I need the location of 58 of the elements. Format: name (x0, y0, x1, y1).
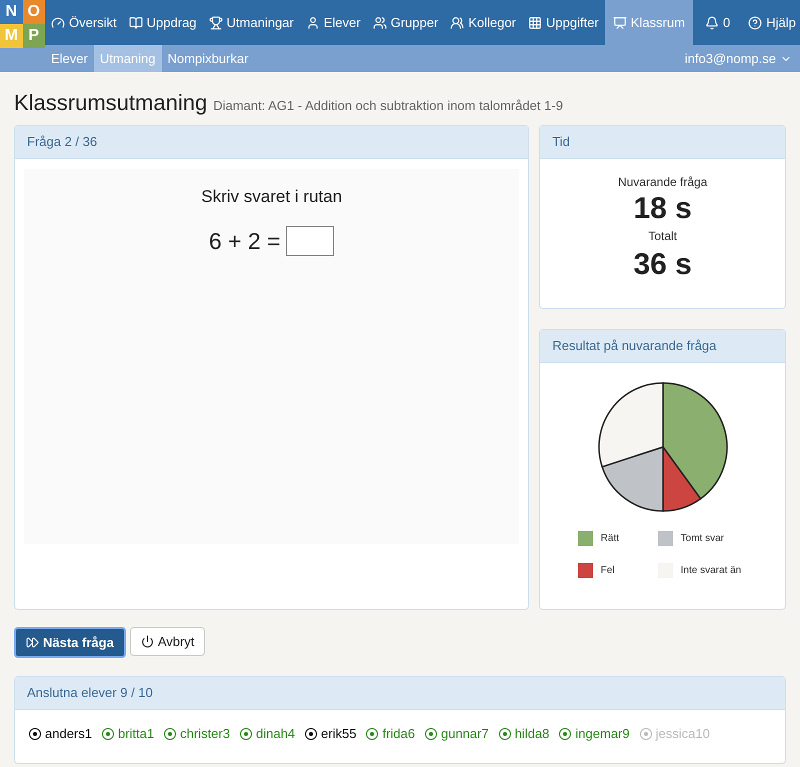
bell-icon (704, 16, 719, 30)
nav-tab[interactable]: Grupper (366, 0, 444, 45)
student-name: dinah4 (256, 725, 296, 743)
nav-tab[interactable]: Hjälp (742, 0, 800, 45)
gauge-icon (51, 16, 65, 30)
grid-icon (528, 16, 542, 30)
current-question-time: 18 s (633, 191, 692, 227)
student-name: ingemar9 (575, 725, 630, 743)
student-name: jessica10 (656, 725, 710, 743)
power-icon (140, 635, 154, 648)
total-label: Totalt (648, 228, 677, 245)
panel-header: Tid (540, 126, 785, 159)
next-question-button[interactable]: Nästa fråga (14, 627, 126, 658)
student-name: hilda8 (514, 725, 550, 743)
logo[interactable]: N O M P (0, 0, 45, 45)
page-subtitle: Diamant: AG1 - Addition och subtraktion inom talområdet 1-9 (213, 97, 563, 115)
legend-swatch (578, 531, 593, 546)
legend-label: Inte svarat än (680, 564, 742, 578)
nav-tab[interactable]: Uppdrag (122, 0, 203, 45)
legend-label: Tomt svar (680, 532, 724, 546)
nav-tab[interactable]: Kollegor (444, 0, 522, 45)
student-name: gunnar7 (440, 725, 489, 743)
student-name: christer3 (180, 725, 230, 743)
legend-label: Rätt (600, 532, 619, 546)
legend-swatch (658, 531, 673, 546)
nav-tab[interactable]: 0 (692, 0, 742, 45)
page-title: Klassrumsutmaning (14, 89, 208, 117)
logo-letter: P (22, 24, 45, 48)
logo-letter: M (0, 24, 22, 48)
fast-forward-icon (26, 636, 39, 649)
student-name: anders1 (45, 725, 92, 743)
current-question-label: Nuvarande fråga (618, 174, 708, 191)
nav-tab[interactable]: Översikt (45, 0, 123, 45)
panel-header: Fråga 2 / 36 (15, 126, 528, 159)
people-icon (450, 16, 464, 30)
trophy-icon (208, 16, 223, 30)
nav-tab[interactable]: Elever (300, 0, 367, 45)
nav-tab[interactable]: Utmaningar (202, 0, 300, 45)
student-name: frida6 (382, 725, 415, 743)
student-name: britta1 (118, 725, 154, 743)
nav-tab[interactable]: Uppgifter (522, 0, 605, 45)
book-icon (128, 16, 143, 30)
logo-letter: O (22, 0, 45, 24)
panel-header: Anslutna elever 9 / 10 (15, 677, 785, 710)
student-name: erik55 (321, 725, 356, 743)
panel-header: Resultat på nuvarande fråga (540, 330, 785, 363)
legend-label: Fel (600, 564, 615, 578)
answer-box[interactable] (286, 226, 334, 256)
question-expression: 6 + 2 = (208, 226, 280, 256)
user-icon (306, 16, 320, 30)
legend-swatch (578, 563, 593, 578)
cancel-button[interactable]: Avbryt (130, 627, 206, 656)
help-icon (748, 16, 762, 30)
logo-letter: N (0, 0, 22, 24)
classroom-icon (612, 16, 627, 30)
total-time: 36 s (633, 247, 692, 283)
question-instruction: Skriv svaret i rutan (201, 186, 342, 208)
group-icon (372, 16, 387, 30)
